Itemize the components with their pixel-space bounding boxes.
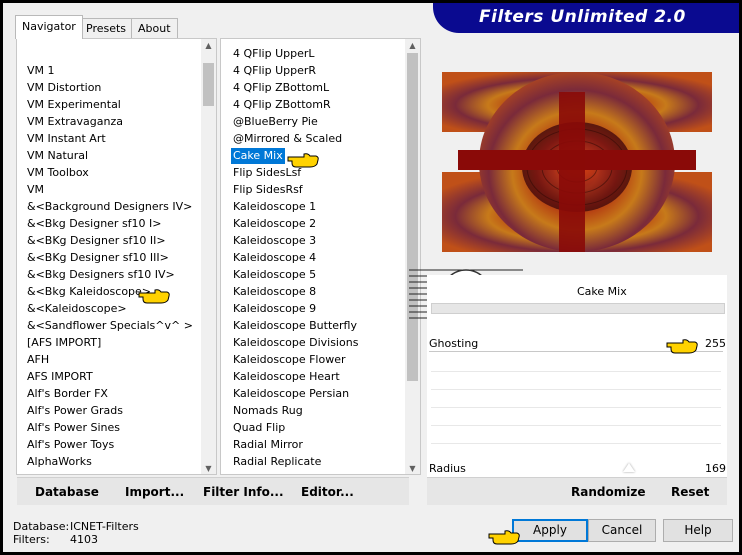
filter-list-item[interactable]: Kaleidoscope Persian (231, 386, 351, 402)
filter-list-item[interactable]: Kaleidoscope 8 (231, 284, 318, 300)
tab-about[interactable]: About (131, 18, 178, 38)
category-list-item[interactable]: VM 1 (25, 63, 57, 79)
randomize-reset-bar: Randomize Reset (427, 477, 727, 505)
category-list-item[interactable]: VM Toolbox (25, 165, 91, 181)
cancel-button[interactable]: Cancel (588, 519, 656, 542)
category-list-item[interactable]: VM Extravaganza (25, 114, 125, 130)
progress-bar (431, 303, 725, 314)
filter-list-item[interactable]: Flip SidesRsf (231, 182, 305, 198)
scroll-down-icon[interactable]: ▼ (405, 462, 420, 474)
pointing-hand-icon (138, 289, 170, 304)
preview-image (442, 72, 712, 252)
radius-value[interactable]: 169 (705, 462, 726, 475)
filter-list-item[interactable]: Kaleidoscope 9 (231, 301, 318, 317)
filter-list-item[interactable]: Kaleidoscope Heart (231, 369, 342, 385)
filter-list-item[interactable]: 4 QFlip UpperL (231, 46, 317, 62)
filter-list-item[interactable]: Radial Replicate (231, 454, 323, 470)
category-list-item[interactable]: VM Natural (25, 148, 90, 164)
filter-list-item[interactable]: Radial Mirror (231, 437, 305, 453)
database-label: Database: (13, 520, 70, 533)
filter-list-item[interactable]: Quad Flip (231, 420, 287, 436)
category-list-item[interactable]: Alf's Power Grads (25, 403, 125, 419)
category-list-panel: VM 1 VM Distortion VM Experimental VM Extra… (16, 38, 217, 475)
database-button[interactable]: Database (35, 485, 99, 499)
category-list-item[interactable]: Alf's Power Sines (25, 420, 122, 436)
randomize-button[interactable]: Randomize (571, 485, 645, 499)
category-list-item[interactable]: &<BKg Designer sf10 III> (25, 250, 171, 266)
reset-button[interactable]: Reset (671, 485, 709, 499)
category-list-item[interactable]: &<Sandflower Specials^v^ > (25, 318, 195, 334)
filter-list-item[interactable]: 4 QFlip UpperR (231, 63, 318, 79)
pointing-hand-icon (488, 530, 520, 545)
filter-info-button[interactable]: Filter Info... (203, 485, 284, 499)
category-list-item[interactable]: &<BKg Designer sf10 II> (25, 233, 168, 249)
editor-button[interactable]: Editor... (301, 485, 354, 499)
pointing-hand-icon (287, 153, 319, 168)
category-list-item[interactable]: Alf's Power Toys (25, 437, 116, 453)
preview-area: claudia (409, 56, 727, 319)
filter-list-item[interactable]: Kaleidoscope 5 (231, 267, 318, 283)
apply-button[interactable]: Apply (512, 519, 588, 542)
filter-list-item[interactable]: @BlueBerry Pie (231, 114, 320, 130)
list-toolbar: Database Import... Filter Info... Editor… (17, 477, 409, 505)
scroll-up-icon[interactable]: ▲ (405, 39, 420, 53)
tab-navigator[interactable]: Navigator (15, 15, 83, 39)
filter-list-item[interactable]: Kaleidoscope 2 (231, 216, 318, 232)
category-list-item[interactable]: Alf's Border FX (25, 386, 110, 402)
empty-slider-row (431, 407, 721, 408)
category-scrollbar[interactable]: ▲ ▼ (201, 39, 216, 474)
empty-slider-row (431, 443, 721, 444)
ghosting-value[interactable]: 255 (705, 337, 726, 350)
filter-list-item[interactable]: Kaleidoscope 1 (231, 199, 318, 215)
category-list-item[interactable]: [AFS IMPORT] (25, 335, 103, 351)
category-list-item[interactable]: VM Distortion (25, 80, 103, 96)
scrollbar-thumb[interactable] (203, 63, 214, 106)
help-button[interactable]: Help (663, 519, 733, 542)
ghosting-label: Ghosting (429, 337, 479, 350)
filters-count-label: Filters: (13, 533, 50, 546)
tab-presets[interactable]: Presets (79, 18, 134, 38)
category-list-item[interactable]: VM Experimental (25, 97, 123, 113)
filter-list-item[interactable]: @Mirrored & Scaled (231, 131, 344, 147)
filter-list-item[interactable]: Kaleidoscope 3 (231, 233, 318, 249)
category-list-item[interactable]: AFS IMPORT (25, 369, 95, 385)
category-list-item[interactable]: VM Instant Art (25, 131, 108, 147)
empty-slider-row (431, 425, 721, 426)
database-value: ICNET-Filters (70, 520, 139, 533)
filter-list-item[interactable]: Kaleidoscope Flower (231, 352, 348, 368)
category-list-item[interactable]: AFH (25, 352, 51, 368)
category-list-item[interactable]: &<Background Designers IV> (25, 199, 194, 215)
filter-list-item[interactable]: Nomads Rug (231, 403, 305, 419)
filter-name-label: Cake Mix (577, 285, 627, 298)
scrollbar-thumb[interactable] (407, 53, 418, 381)
filter-list-item[interactable]: Kaleidoscope Butterfly (231, 318, 359, 334)
import-button[interactable]: Import... (125, 485, 184, 499)
scroll-down-icon[interactable]: ▼ (201, 462, 216, 474)
filters-unlimited-window: Filters Unlimited 2.0 Navigator Presets … (3, 3, 739, 552)
category-list-item[interactable]: AlphaWorks (25, 454, 94, 470)
category-list-item[interactable]: &<Bkg Designer sf10 I> (25, 216, 164, 232)
filter-controls: Cake Mix Ghosting 255 Radius 169 (427, 275, 727, 503)
category-list-item[interactable]: &<Bkg Designers sf10 IV> (25, 267, 177, 283)
filters-count-value: 4103 (70, 533, 98, 546)
category-list-item[interactable]: VM (25, 182, 46, 198)
empty-slider-row (431, 389, 721, 390)
filter-list-panel: 4 QFlip UpperL 4 QFlip UpperR 4 QFlip ZBot… (220, 38, 421, 475)
category-list-item[interactable]: &<Bkg Kaleidoscope> (25, 284, 153, 300)
window-title: Filters Unlimited 2.0 (479, 7, 686, 27)
filter-list-item[interactable]: 4 QFlip ZBottomL (231, 80, 331, 96)
radius-label: Radius (429, 462, 466, 475)
filter-scrollbar[interactable]: ▲ ▼ (405, 39, 420, 474)
filter-list-item[interactable]: Kaleidoscope 4 (231, 250, 318, 266)
filter-list-item[interactable]: Kaleidoscope Divisions (231, 335, 360, 351)
filter-list-item[interactable]: Cake Mix (231, 148, 285, 164)
pointing-hand-icon (666, 339, 698, 354)
filter-list-item[interactable]: 4 QFlip ZBottomR (231, 97, 333, 113)
scroll-up-icon[interactable]: ▲ (201, 39, 216, 53)
empty-slider-row (431, 371, 721, 372)
category-list-item[interactable]: &<Kaleidoscope> (25, 301, 129, 317)
radius-slider-thumb[interactable] (623, 463, 635, 472)
